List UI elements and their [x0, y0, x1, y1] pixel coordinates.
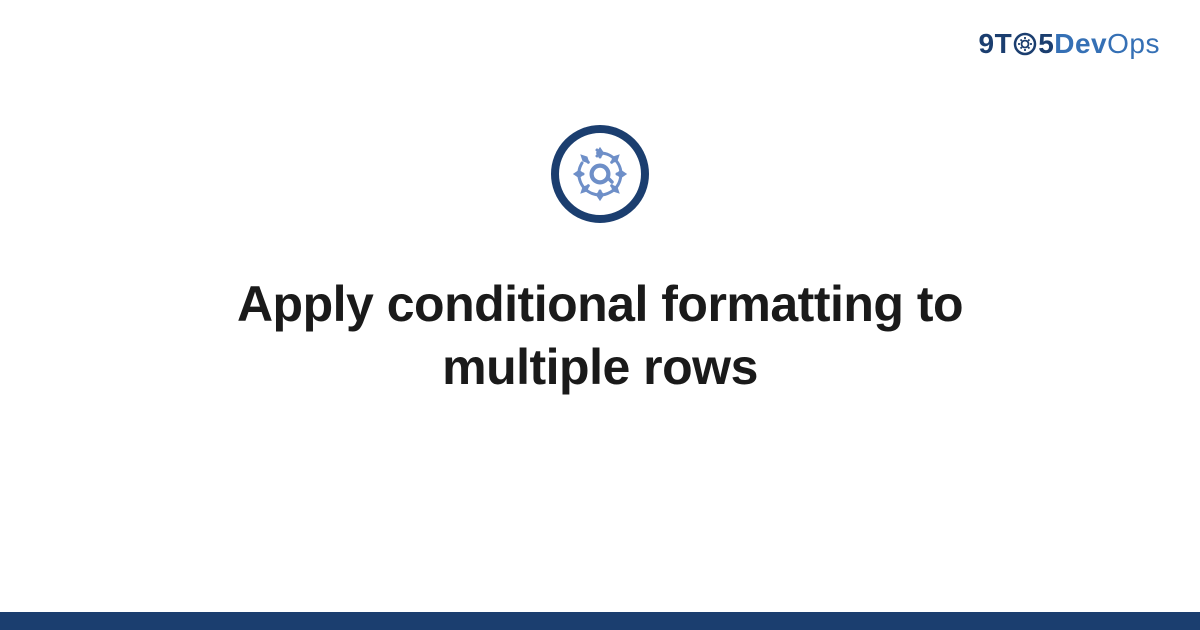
footer-accent-bar [0, 612, 1200, 630]
gear-circle-icon [551, 125, 649, 223]
logo-text-ops: Ops [1107, 28, 1160, 60]
logo-text-dev: Dev [1054, 28, 1107, 60]
logo-text-5: 5 [1038, 28, 1054, 60]
gear-icon [1013, 32, 1037, 56]
logo-text-9t: 9T [979, 28, 1013, 60]
page-title: Apply conditional formatting to multiple… [140, 273, 1060, 398]
main-content: Apply conditional formatting to multiple… [0, 125, 1200, 398]
brand-logo: 9T 5 Dev Ops [979, 28, 1161, 60]
